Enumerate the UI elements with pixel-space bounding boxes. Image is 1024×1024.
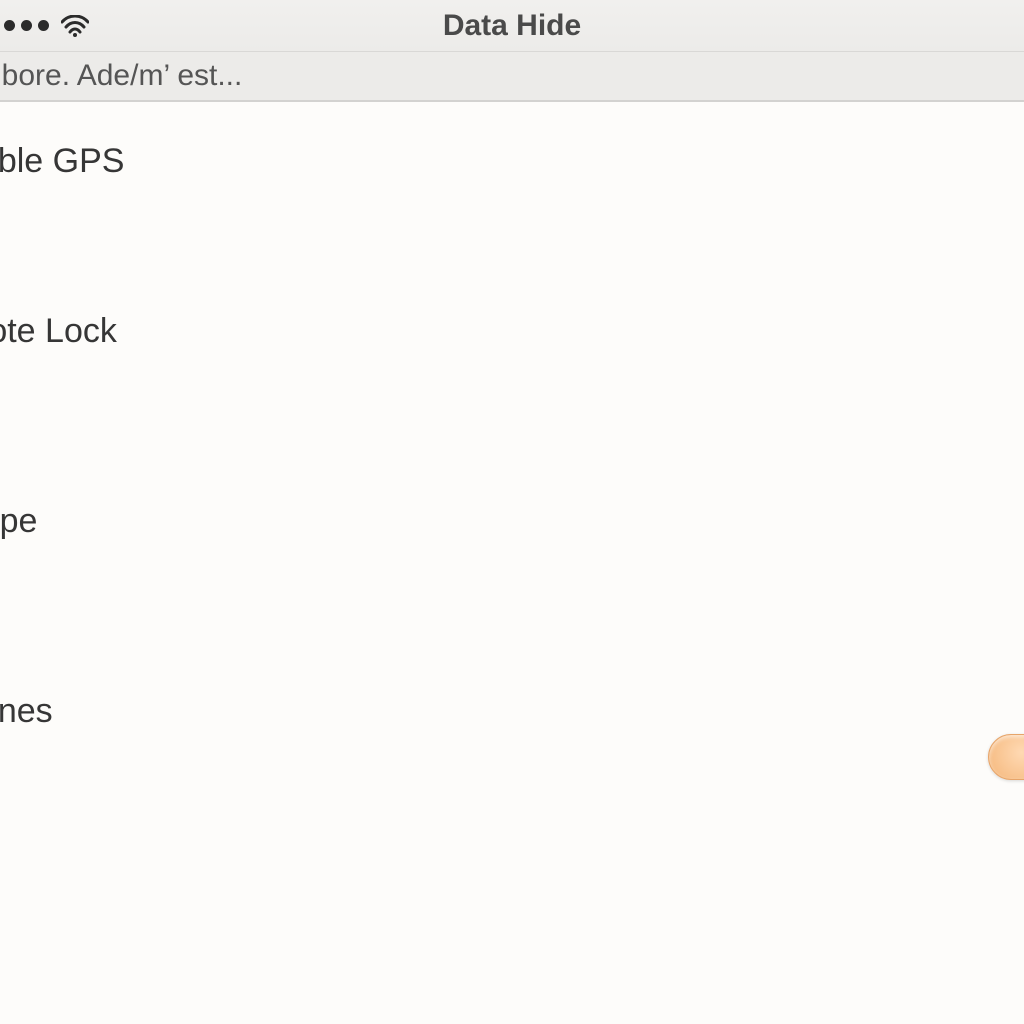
row-wipe[interactable]: Wipe bbox=[0, 472, 1024, 662]
subheader-text: embore. Ade/m’ est... bbox=[0, 59, 242, 93]
status-bar: Data Hide bbox=[0, 0, 1024, 52]
row-label: Wipe bbox=[0, 472, 37, 541]
wifi-icon bbox=[61, 15, 89, 37]
row-enable-gps[interactable]: nable GPS bbox=[0, 112, 1024, 282]
subheader: embore. Ade/m’ est... bbox=[0, 52, 1024, 102]
row-remote-lock[interactable]: mote Lock bbox=[0, 282, 1024, 472]
toggle-switch[interactable] bbox=[988, 734, 1024, 780]
settings-list: nable GPS mote Lock Wipe oones no bbox=[0, 102, 1024, 1024]
row-no[interactable]: no bbox=[0, 852, 1024, 1024]
row-label: nable GPS bbox=[0, 112, 124, 181]
signal-dots-icon bbox=[4, 20, 49, 31]
page-title: Data Hide bbox=[0, 9, 1024, 43]
row-label: mote Lock bbox=[0, 282, 117, 351]
row-label: oones bbox=[0, 662, 53, 731]
row-oones[interactable]: oones bbox=[0, 662, 1024, 852]
